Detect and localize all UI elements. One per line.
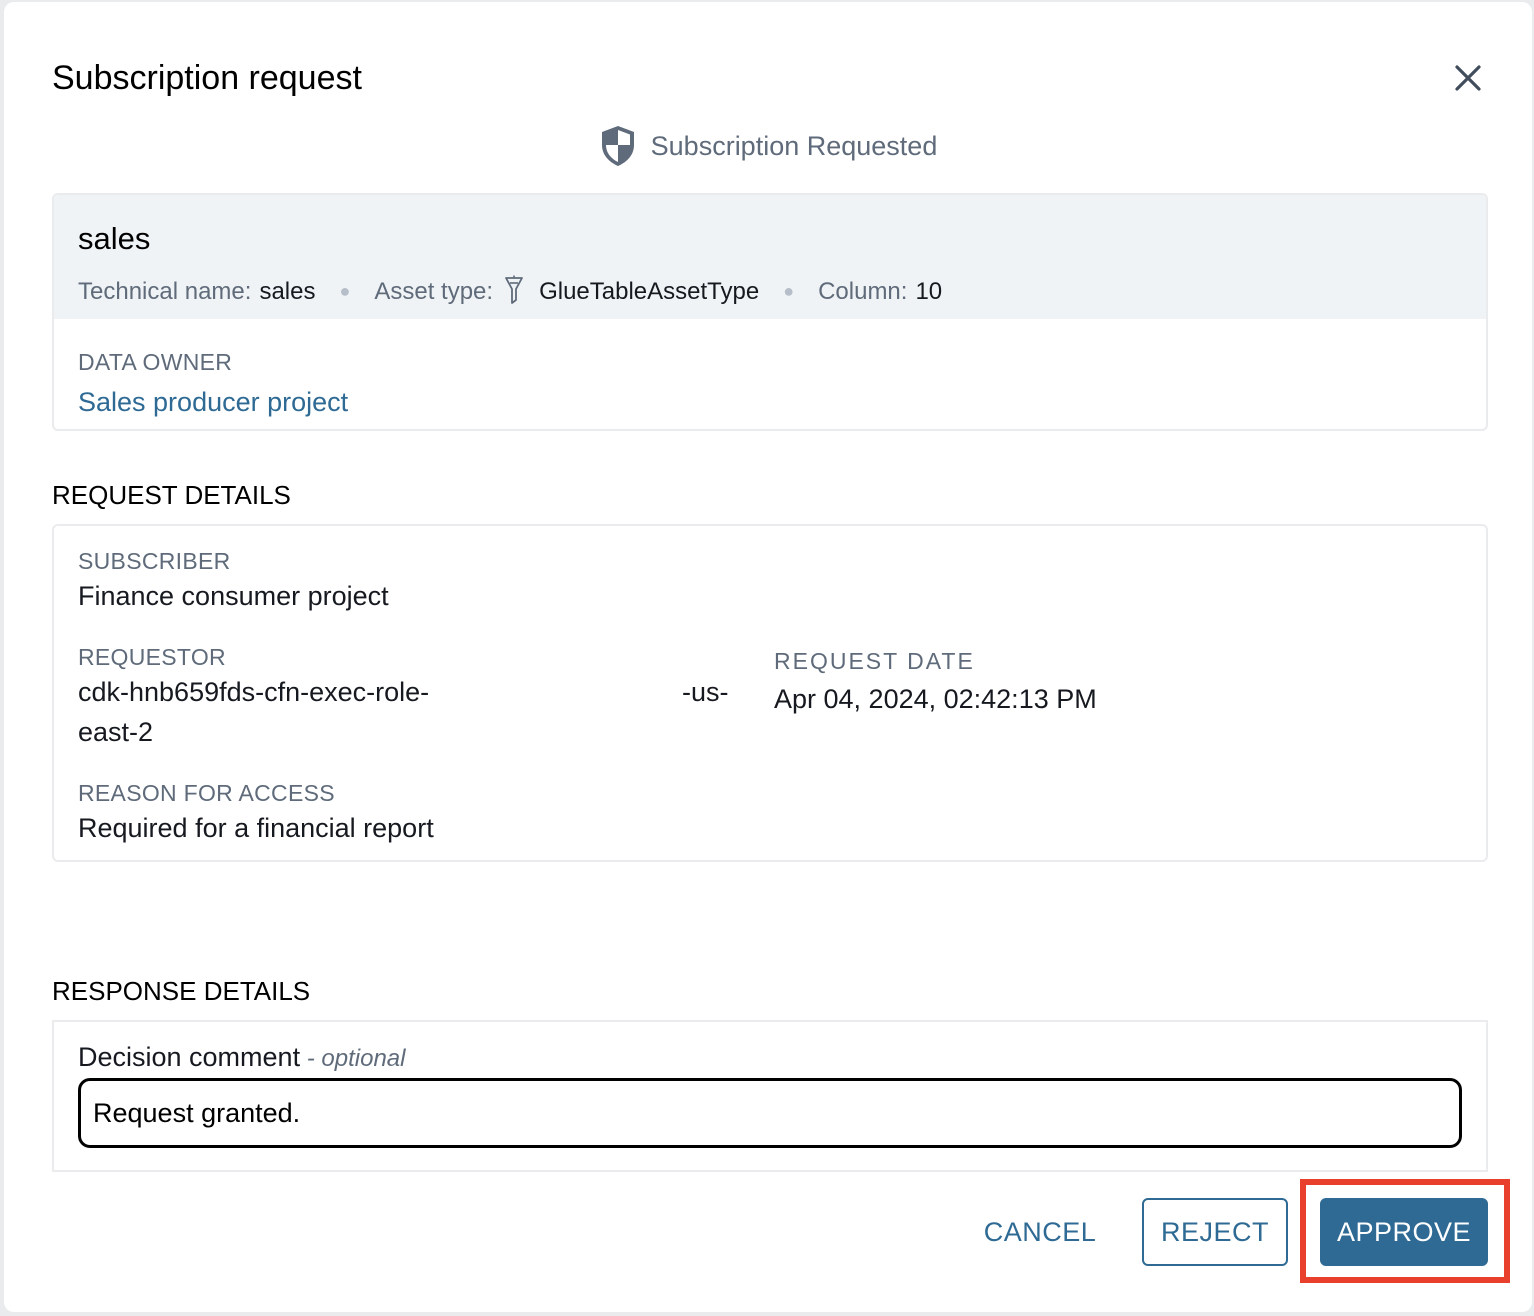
glue-table-icon xyxy=(503,275,525,312)
requestor-value-line1: cdk-hnb659fds-cfn-exec-role- xyxy=(78,677,430,707)
optional-hint: - optional xyxy=(300,1045,406,1072)
subscription-request-dialog: Subscription request Subscription Reques… xyxy=(4,2,1532,1312)
decision-comment-label: Decision comment - optional xyxy=(78,1042,405,1073)
meta-separator: ● xyxy=(339,281,351,301)
requestor-value-mid: -us- xyxy=(682,677,729,707)
status-text: Subscription Requested xyxy=(650,130,938,161)
data-owner-label: DATA OWNER xyxy=(78,349,233,375)
asset-header: sales Technical name: sales ● Asset type… xyxy=(54,195,1486,319)
reject-button[interactable]: REJECT xyxy=(1142,1198,1288,1266)
approve-highlight-box xyxy=(1300,1179,1510,1283)
decision-comment-label-text: Decision comment xyxy=(78,1042,301,1072)
technical-name-value: sales xyxy=(259,277,316,305)
close-icon xyxy=(1455,65,1481,91)
subscriber-label: SUBSCRIBER xyxy=(78,548,231,574)
status-indicator: Subscription Requested xyxy=(4,122,1532,170)
asset-type-value: GlueTableAssetType xyxy=(539,277,760,305)
response-details-card: Decision comment - optional xyxy=(52,1020,1488,1172)
request-date-value: Apr 04, 2024, 02:42:13 PM xyxy=(774,684,1097,714)
requestor-label: REQUESTOR xyxy=(78,644,226,670)
request-details-heading: REQUEST DETAILS xyxy=(52,480,291,510)
requestor-value-line2: east-2 xyxy=(78,717,154,747)
column-label: Column: xyxy=(818,277,908,305)
column-count: 10 xyxy=(915,277,943,305)
dialog-title: Subscription request xyxy=(52,59,362,97)
cancel-button[interactable]: CANCEL xyxy=(970,1198,1110,1266)
asset-card: sales Technical name: sales ● Asset type… xyxy=(52,193,1488,431)
request-date-label: REQUEST DATE xyxy=(774,648,975,674)
request-details-card: SUBSCRIBER Finance consumer project REQU… xyxy=(52,524,1488,862)
subscriber-value: Finance consumer project xyxy=(78,581,389,611)
reason-value: Required for a financial report xyxy=(78,813,434,843)
response-details-heading: RESPONSE DETAILS xyxy=(52,976,311,1006)
technical-name-label: Technical name: xyxy=(78,277,252,305)
close-button[interactable] xyxy=(1448,58,1488,98)
asset-type-label: Asset type: xyxy=(374,277,494,305)
data-owner-link[interactable]: Sales producer project xyxy=(78,387,348,418)
decision-comment-input[interactable] xyxy=(78,1078,1462,1148)
asset-metadata: Technical name: sales ● Asset type: Glue… xyxy=(78,273,942,310)
shield-icon xyxy=(601,126,634,166)
asset-name: sales xyxy=(78,221,151,256)
reason-label: REASON FOR ACCESS xyxy=(78,780,335,806)
meta-separator: ● xyxy=(783,281,795,301)
